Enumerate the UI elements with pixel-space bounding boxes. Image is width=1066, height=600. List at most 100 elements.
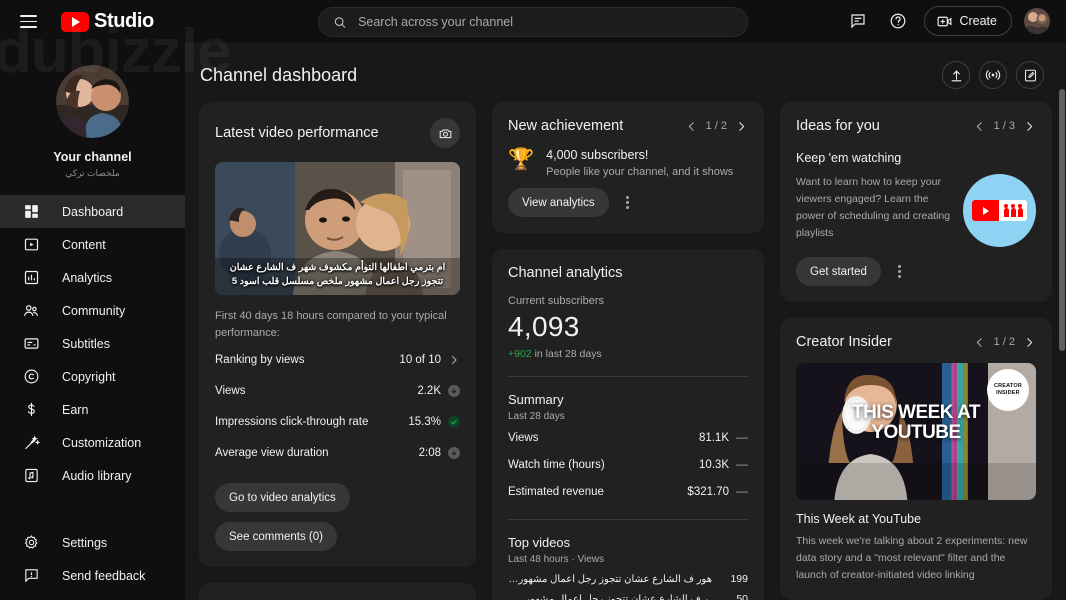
create-post-button[interactable]: [1016, 61, 1044, 89]
metric-row-ranking[interactable]: Ranking by views 10 of 10: [215, 347, 460, 372]
community-icon: [21, 301, 41, 321]
trophy-icon: 🏆: [508, 148, 535, 171]
carousel-next-icon[interactable]: [1023, 336, 1036, 349]
search-input[interactable]: [358, 15, 733, 29]
sidebar-item-copyright[interactable]: Copyright: [0, 360, 185, 393]
metric-row-avg-duration: Average view duration 2:08: [215, 440, 460, 465]
sidebar-item-dashboard[interactable]: Dashboard: [0, 195, 185, 228]
carousel-prev-icon[interactable]: [973, 336, 986, 349]
youtube-studio-logo[interactable]: Studio: [61, 10, 154, 33]
carousel-pager: 1 / 2: [993, 336, 1015, 348]
caption-line-2: YOUTUBE: [871, 422, 961, 444]
feedback-icon: [21, 566, 41, 586]
card-title: Ideas for you: [796, 118, 880, 134]
carousel-next-icon[interactable]: [735, 120, 748, 133]
creator-insider-video-description: This week we're talking about 2 experime…: [796, 535, 1028, 581]
go-to-video-analytics-button[interactable]: Go to video analytics: [215, 483, 350, 512]
metric-status-neutral-icon: [448, 446, 460, 459]
create-button-label: Create: [959, 14, 997, 28]
metric-row-views: Views 2.2K: [215, 378, 460, 403]
top-video-views: 199: [730, 573, 748, 585]
metric-value-group: 2.2K: [417, 384, 460, 397]
creator-insider-thumbnail[interactable]: THIS WEEK AT YOUTUBE CREATOR INSIDER: [796, 363, 1036, 500]
metric-value: 15.3%: [408, 415, 441, 428]
hamburger-menu-icon[interactable]: [20, 15, 37, 28]
sidebar-item-label: Earn: [62, 402, 89, 417]
channel-analytics-card: Channel analytics Current subscribers 4,…: [492, 249, 764, 600]
sidebar-item-audio-library[interactable]: Audio library: [0, 459, 185, 492]
metric-label: Average view duration: [215, 446, 329, 459]
sidebar-item-earn[interactable]: Earn: [0, 393, 185, 426]
see-comments-button[interactable]: See comments (0): [215, 522, 337, 551]
achievement-subtitle: People like your channel, and it shows: [546, 166, 734, 178]
channel-handle: ملخصات تركي: [65, 168, 120, 178]
create-video-icon: [938, 16, 952, 26]
studio-logo-text: Studio: [94, 10, 154, 32]
more-options-icon[interactable]: [891, 262, 909, 282]
page-title: Channel dashboard: [200, 64, 358, 85]
idea-illustration: [963, 174, 1036, 247]
card-header: Ideas for you 1 / 3: [796, 118, 1036, 134]
published-videos-card: Published videos: [199, 583, 476, 600]
subscribers-delta-value: +902: [508, 348, 532, 360]
upload-video-button[interactable]: [942, 61, 970, 89]
help-icon[interactable]: [884, 7, 912, 35]
get-started-button[interactable]: Get started: [796, 257, 881, 286]
view-analytics-button[interactable]: View analytics: [508, 188, 609, 217]
sidebar-item-send-feedback[interactable]: Send feedback: [0, 559, 185, 592]
column-middle: New achievement 1 / 2 🏆 4,000 subscriber…: [492, 102, 764, 600]
sidebar-item-label: Content: [62, 237, 106, 252]
carousel-pager: 1 / 2: [705, 120, 727, 132]
top-video-title: هور ف الشارع عشان تتجوز رجل اعمال مشهور …: [508, 573, 712, 585]
summary-value-group: 10.3K —: [699, 459, 748, 471]
edit-icon: [1024, 69, 1036, 81]
metric-value: 2:08: [418, 446, 441, 459]
carousel-next-icon[interactable]: [1023, 120, 1036, 133]
card-title: Latest video performance: [215, 125, 379, 141]
achievement-text: 4,000 subscribers! People like your chan…: [546, 148, 733, 178]
metric-label: Impressions click-through rate: [215, 415, 369, 428]
carousel-prev-icon[interactable]: [685, 120, 698, 133]
metric-value: 10 of 10: [399, 353, 441, 366]
idea-title: Keep 'em watching: [796, 151, 902, 165]
sidebar-item-label: Copyright: [62, 369, 116, 384]
go-live-button[interactable]: [979, 61, 1007, 89]
summary-value-group: $321.70 —: [687, 486, 748, 498]
page-header: Channel dashboard: [185, 43, 1066, 102]
sidebar-item-content[interactable]: Content: [0, 228, 185, 261]
search-bar[interactable]: [318, 7, 748, 37]
send-feedback-icon[interactable]: [844, 7, 872, 35]
dashboard-icon: [21, 202, 41, 222]
audio-library-icon: [21, 466, 41, 486]
top-video-views: 50: [736, 593, 748, 600]
sidebar-item-settings[interactable]: Settings: [0, 526, 185, 559]
summary-row-revenue: Estimated revenue $321.70 —: [508, 481, 748, 503]
video-thumbnail-caption: ام بترمي اطفالها التوأم مكشوف شهر ف الشا…: [229, 262, 446, 288]
create-button[interactable]: Create: [924, 6, 1012, 36]
more-options-icon[interactable]: [619, 193, 637, 213]
idea-illustration-card: [972, 200, 1027, 221]
sidebar-item-customization[interactable]: Customization: [0, 426, 185, 459]
ideas-carousel-nav: 1 / 3: [973, 120, 1036, 133]
card-header: Creator Insider 1 / 2: [796, 334, 1036, 350]
metric-label: Ranking by views: [215, 353, 305, 366]
top-video-row[interactable]: ـر ف الشارع عشان تتجوز رجل اعمال مشهور م…: [508, 593, 748, 600]
sidebar-item-community[interactable]: Community: [0, 294, 185, 327]
top-video-title: ـر ف الشارع عشان تتجوز رجل اعمال مشهور م…: [508, 593, 712, 600]
sidebar-item-subtitles[interactable]: Subtitles: [0, 327, 185, 360]
channel-block[interactable]: Your channel ملخصات تركي: [0, 55, 185, 195]
carousel-prev-icon[interactable]: [973, 120, 986, 133]
earn-icon: [21, 400, 41, 420]
latest-video-buttons: Go to video analytics See comments (0): [215, 473, 460, 551]
card-title: Creator Insider: [796, 334, 892, 350]
channel-avatar[interactable]: [56, 65, 129, 138]
card-title: Channel analytics: [508, 265, 623, 281]
main-scrollbar[interactable]: [1059, 89, 1065, 351]
audience-icon: [999, 200, 1027, 221]
top-video-row[interactable]: هور ف الشارع عشان تتجوز رجل اعمال مشهور …: [508, 573, 748, 585]
video-thumbnail[interactable]: ام بترمي اطفالها التوأم مكشوف شهر ف الشا…: [215, 162, 460, 295]
account-avatar[interactable]: [1024, 8, 1050, 34]
camera-icon[interactable]: [430, 118, 460, 148]
sidebar-item-analytics[interactable]: Analytics: [0, 261, 185, 294]
